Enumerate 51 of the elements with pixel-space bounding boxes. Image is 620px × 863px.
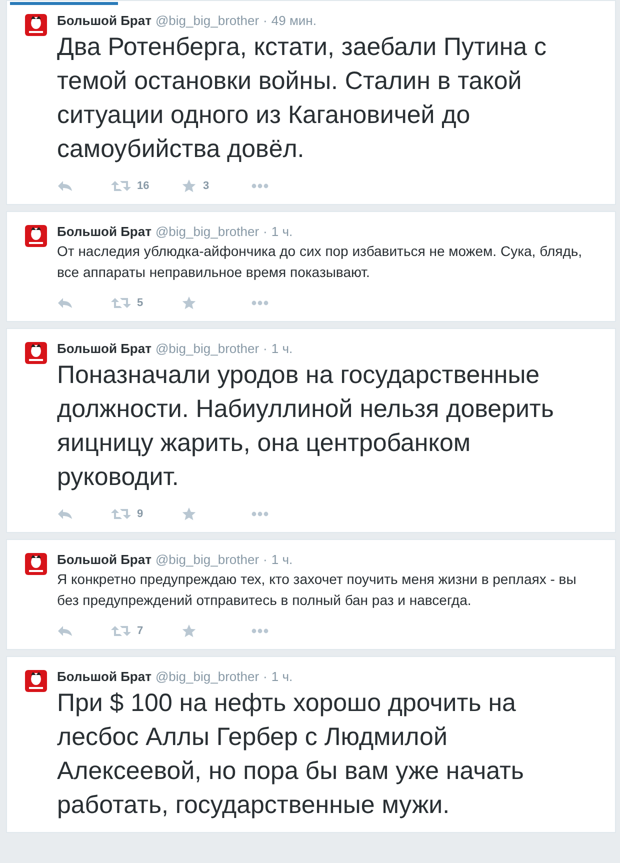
separator-dot: · [263,13,268,28]
author-handle: @big_big_brother [155,341,260,356]
retweet-icon[interactable] [111,625,131,637]
avatar-icon [25,225,47,247]
author-name[interactable]: Большой Брат [57,224,152,239]
star-icon[interactable] [181,296,197,310]
avatar-icon [25,553,47,575]
retweet-button[interactable]: 9 [111,508,181,520]
retweet-icon[interactable] [111,180,131,192]
star-icon[interactable] [181,624,197,638]
avatar-icon [25,14,47,36]
tweet-time[interactable]: 49 мин. [271,13,316,28]
retweet-icon[interactable] [111,297,131,309]
tweet-time[interactable]: 1 ч. [271,224,293,239]
author-name[interactable]: Большой Брат [57,669,152,684]
retweet-button[interactable]: 5 [111,297,181,309]
separator-dot: · [263,224,268,239]
tweet-time[interactable]: 1 ч. [271,552,293,567]
separator-dot: · [263,552,268,567]
separator-dot: · [263,669,268,684]
avatar-icon [25,670,47,692]
more-icon[interactable] [251,511,269,517]
star-icon[interactable] [181,179,197,193]
author-name[interactable]: Большой Брат [57,341,152,356]
more-icon[interactable] [251,300,269,306]
reply-icon[interactable] [57,507,73,521]
author-handle: @big_big_brother [155,552,260,567]
author-name[interactable]: Большой Брат [57,552,152,567]
tweet-text: Поназначали уродов на государственные должности. Набиуллиной нельзя доверить яицницу жарить, она центробанком руководит. [57,360,555,493]
tweet-text: От наследия ублюдка-айфончика до сих пор избавиться не можем. Сука, блядь, все аппараты неправильное время показывают. [57,242,584,282]
more-icon[interactable] [251,183,269,189]
more-icon[interactable] [251,628,269,634]
tweet-text: При $ 100 на нефть хорошо дрочить на лесбос Аллы Гербер с Людмилой Алексеевой, но пора бы вам уже начать работать, государственные мужи. [57,688,525,821]
retweet-button[interactable]: 16 [111,180,181,192]
reply-icon[interactable] [57,296,73,310]
author-handle: @big_big_brother [155,13,260,28]
avatar-icon [25,342,47,364]
reply-icon[interactable] [57,179,73,193]
tweet-time[interactable]: 1 ч. [271,341,293,356]
retweet-icon[interactable] [111,508,131,520]
author-handle: @big_big_brother [155,669,260,684]
retweet-button[interactable]: 7 [111,625,181,637]
tweet-text: Я конкретно предупреждаю тех, кто захочет поучить меня жизни в реплаях - вы без предупреждений отправитесь в полный бан раз и навсегда. [57,570,578,610]
separator-dot: · [263,341,268,356]
tweet-text: Два Ротенберга, кстати, заебали Путина с темой остановки войны. Сталин в такой ситуации одного из Кагановичей до самоубийства довёл. [57,32,548,165]
author-handle: @big_big_brother [155,224,260,239]
reply-icon[interactable] [57,624,73,638]
favorite-button[interactable]: 3 [181,179,251,193]
star-icon[interactable] [181,507,197,521]
tweet-time[interactable]: 1 ч. [271,669,293,684]
author-name[interactable]: Большой Брат [57,13,152,28]
